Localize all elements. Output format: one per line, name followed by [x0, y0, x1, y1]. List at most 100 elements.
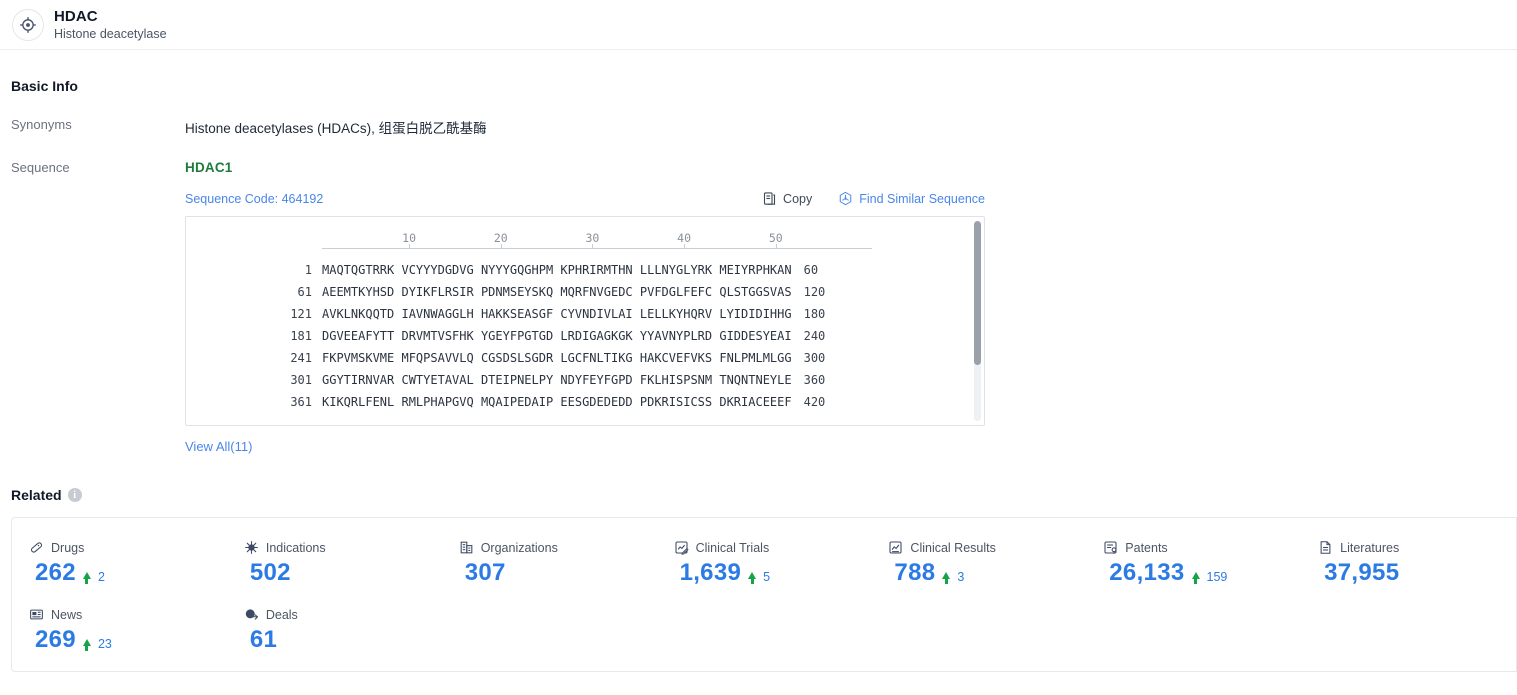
stat-card-organizations[interactable]: Organizations 307 — [442, 540, 657, 587]
header-titles: HDAC Histone deacetylase — [54, 8, 167, 42]
stat-header: Clinical Trials — [674, 540, 872, 555]
sequence-row: Sequence HDAC1 Sequence Code: 464192 Cop… — [0, 160, 1517, 454]
ruler-tick-label: 50 — [768, 231, 783, 245]
page-subtitle: Histone deacetylase — [54, 26, 167, 41]
stat-card-patents[interactable]: Patents 26,133 159 — [1086, 540, 1301, 587]
stat-body: 788 3 — [888, 559, 1086, 587]
stat-delta: 23 — [82, 636, 112, 651]
stat-value: 262 — [35, 559, 76, 586]
stat-delta-value: 159 — [1206, 569, 1228, 584]
clinical-result-icon — [888, 540, 903, 555]
stat-delta: 159 — [1191, 569, 1228, 584]
sequence-toolbar: Sequence Code: 464192 Copy Find Similar … — [185, 191, 985, 206]
sequence-line-end: 180 — [803, 307, 826, 321]
copy-label: Copy — [783, 191, 813, 206]
target-icon — [12, 8, 44, 41]
stat-body: 307 — [459, 559, 657, 587]
stat-delta-value: 2 — [97, 569, 105, 584]
stat-header: Patents — [1103, 540, 1301, 555]
sequence-line-end: 60 — [803, 263, 819, 277]
stat-value: 502 — [249, 559, 291, 586]
stat-card-news[interactable]: News 269 23 — [12, 607, 227, 654]
hexagon-molecule-icon — [838, 191, 853, 206]
stat-header: News — [29, 607, 227, 622]
stat-label: Organizations — [480, 540, 558, 555]
sequence-line-start: 1 — [304, 263, 312, 277]
stat-body: 269 23 — [29, 626, 227, 654]
sequence-viewer[interactable]: 10 20 30 40 50 1 MAQTQGTRRK VCYYYDGDVG NYYYGQ… — [185, 216, 985, 426]
stat-card-indications[interactable]: Indications 502 — [227, 540, 442, 587]
sequence-line-end: 240 — [803, 329, 826, 343]
stat-card-clinical-trials[interactable]: Clinical Trials 1,639 5 — [657, 540, 872, 587]
stat-label: Drugs — [51, 540, 85, 555]
stat-card-drugs[interactable]: Drugs 262 2 — [12, 540, 227, 587]
ruler-line — [322, 248, 872, 249]
stat-header: Literatures — [1318, 540, 1516, 555]
sequence-line-start: 301 — [290, 373, 312, 387]
stat-header: Deals — [244, 607, 442, 622]
sequence-line-end: 120 — [803, 285, 826, 299]
stat-card-clinical-results[interactable]: Clinical Results 788 3 — [871, 540, 1086, 587]
stat-value: 307 — [464, 559, 506, 586]
sequence-line-residues: KIKQRLFENL RMLPHAPGVQ MQAIPEDAIP EESGDED… — [322, 395, 792, 409]
find-similar-sequence-label: Find Similar Sequence — [859, 191, 985, 206]
stat-value: 269 — [35, 626, 76, 653]
stat-delta: 5 — [748, 570, 770, 584]
sequence-line-residues: MAQTQGTRRK VCYYYDGDVG NYYYGQGHPM KPHRIRM… — [322, 263, 792, 277]
ruler-tick-label: 30 — [585, 231, 600, 245]
sequence-line-residues: FKPVMSKVME MFQPSAVVLQ CGSDSLSGDR LGCFNLT… — [322, 351, 792, 365]
sequence-ruler: 10 20 30 40 50 — [322, 225, 872, 259]
sequence-scrollbar-thumb[interactable] — [974, 221, 981, 365]
sequence-line: 361 KIKQRLFENL RMLPHAPGVQ MQAIPEDAIP EESG… — [186, 391, 984, 413]
sequence-line-end: 360 — [803, 373, 826, 387]
stat-delta-value: 5 — [763, 569, 771, 584]
sequence-lines: 1 MAQTQGTRRK VCYYYDGDVG NYYYGQGHPM KPHRIR… — [186, 259, 984, 413]
related-header: Related i — [0, 487, 1517, 503]
sequence-name: HDAC1 — [185, 160, 233, 175]
sequence-line-end: 420 — [803, 395, 826, 409]
stat-body: 1,639 5 — [674, 559, 872, 587]
sequence-line: 1 MAQTQGTRRK VCYYYDGDVG NYYYGQGHPM KPHRIR… — [186, 259, 984, 281]
stat-body: 26,133 159 — [1103, 559, 1301, 587]
copy-button[interactable]: Copy — [762, 191, 812, 206]
stat-body: 37,955 — [1318, 559, 1516, 587]
stat-delta-value: 3 — [957, 569, 965, 584]
arrow-up-icon — [1191, 572, 1200, 584]
clinical-trial-icon — [674, 540, 689, 555]
stat-header: Drugs — [29, 540, 227, 555]
view-all-link[interactable]: View All(11) — [185, 439, 252, 454]
arrow-up-icon — [942, 572, 951, 584]
stat-card-deals[interactable]: Deals 61 — [227, 607, 442, 654]
stat-value: 61 — [249, 626, 278, 653]
stat-header: Organizations — [459, 540, 657, 555]
arrow-up-icon — [82, 572, 91, 584]
sequence-code: Sequence Code: 464192 — [185, 191, 324, 206]
deal-icon — [244, 607, 259, 622]
sequence-line-residues: DGVEEAFYTT DRVMTVSFHK YGEYFPGTGD LRDIGAG… — [322, 329, 792, 343]
stat-value: 788 — [894, 559, 936, 586]
find-similar-sequence-button[interactable]: Find Similar Sequence — [838, 191, 985, 206]
stat-label: Literatures — [1340, 540, 1400, 555]
sequence-line: 61 AEEMTKYHSD DYIKFLRSIR PDNMSEYSKQ MQRFN… — [186, 281, 984, 303]
stat-label: Indications — [265, 540, 326, 555]
sequence-line: 241 FKPVMSKVME MFQPSAVVLQ CGSDSLSGDR LGCF… — [186, 347, 984, 369]
stat-header: Clinical Results — [888, 540, 1086, 555]
sequence-line-residues: AEEMTKYHSD DYIKFLRSIR PDNMSEYSKQ MQRFNVG… — [322, 285, 792, 299]
sequence-scrollbar[interactable] — [974, 221, 981, 421]
stat-body: 262 2 — [29, 559, 227, 587]
stat-label: News — [51, 607, 83, 622]
info-icon[interactable]: i — [67, 488, 82, 502]
ruler-tick-label: 40 — [677, 231, 692, 245]
stat-delta: 3 — [942, 570, 964, 584]
stat-delta-value: 23 — [97, 636, 112, 651]
stat-label: Clinical Results — [910, 540, 996, 555]
synonyms-label: Synonyms — [11, 117, 72, 132]
arrow-up-icon — [82, 639, 91, 651]
sequence-line: 181 DGVEEAFYTT DRVMTVSFHK YGEYFPGTGD LRDI… — [186, 325, 984, 347]
sequence-line: 301 GGYTIRNVAR CWTYETAVAL DTEIPNELPY NDYF… — [186, 369, 984, 391]
stat-value: 37,955 — [1324, 559, 1400, 586]
sequence-line-start: 61 — [297, 285, 312, 299]
stat-card-literatures[interactable]: Literatures 37,955 — [1301, 540, 1516, 587]
sequence-line-start: 181 — [290, 329, 312, 343]
basic-info-title: Basic Info — [11, 78, 78, 94]
